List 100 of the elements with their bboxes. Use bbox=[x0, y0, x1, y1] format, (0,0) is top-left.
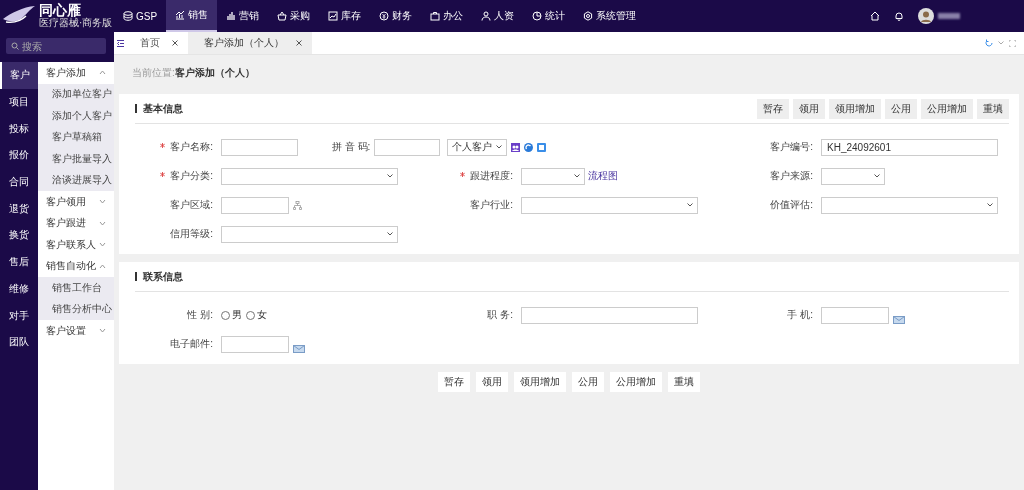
input-field[interactable] bbox=[821, 306, 889, 324]
menu-group[interactable]: 销售自动化 bbox=[38, 255, 114, 277]
briefcase-icon bbox=[430, 11, 441, 21]
field-label: 信用等级: bbox=[169, 227, 214, 241]
customer-type-dropdown[interactable]: 个人客户 bbox=[447, 138, 508, 156]
action-button[interactable]: 公用 bbox=[572, 372, 604, 392]
radio-label: 男 bbox=[232, 308, 242, 322]
select-field[interactable] bbox=[821, 167, 885, 185]
action-button[interactable]: 领用增加 bbox=[829, 98, 881, 119]
input-field[interactable] bbox=[521, 306, 698, 324]
rail-item[interactable]: 投标 bbox=[0, 115, 38, 143]
rail-item[interactable]: 团队 bbox=[0, 328, 38, 356]
avatar-icon[interactable] bbox=[918, 8, 934, 24]
select-field[interactable] bbox=[521, 196, 698, 214]
collapse-menu-icon[interactable] bbox=[117, 39, 124, 47]
nav-item[interactable]: GSP bbox=[114, 0, 167, 32]
close-icon[interactable] bbox=[296, 40, 302, 46]
required-asterisk-icon bbox=[160, 143, 166, 148]
select-field[interactable] bbox=[821, 196, 998, 214]
nav-item[interactable]: 人资 bbox=[472, 0, 524, 32]
rail-item[interactable]: 报价 bbox=[0, 142, 38, 169]
rail-item[interactable]: 退货 bbox=[0, 195, 38, 223]
nav-item[interactable]: 系统管理 bbox=[574, 0, 646, 32]
flowchart-link[interactable]: 流程图 bbox=[588, 169, 618, 183]
database-icon bbox=[123, 11, 133, 21]
rail-item[interactable]: 客户 bbox=[0, 62, 38, 89]
input-field[interactable] bbox=[221, 138, 298, 156]
field-label: 客户来源: bbox=[769, 169, 814, 183]
nav-item[interactable]: 库存 bbox=[319, 0, 371, 32]
nav-item[interactable]: 销售 bbox=[166, 0, 218, 32]
tab[interactable]: 客户添加（个人） bbox=[188, 32, 312, 54]
menu-item[interactable]: 客户批量导入 bbox=[38, 148, 114, 170]
input-field[interactable] bbox=[374, 138, 441, 156]
nav-item[interactable]: 财务 bbox=[370, 0, 422, 32]
growth-chart-icon bbox=[175, 10, 186, 20]
document-icon[interactable] bbox=[537, 142, 547, 152]
action-button[interactable]: 重填 bbox=[977, 98, 1009, 119]
field-label: 职 务: bbox=[486, 308, 514, 322]
menu-group[interactable]: 客户跟进 bbox=[38, 212, 114, 234]
input-field[interactable]: KH_24092601 bbox=[821, 138, 998, 156]
breadcrumb: 当前位置:客户添加（个人） bbox=[131, 66, 256, 80]
rail-item[interactable]: 对手 bbox=[0, 302, 38, 329]
menu-group[interactable]: 客户设置 bbox=[38, 320, 114, 342]
bell-icon[interactable] bbox=[894, 11, 904, 21]
radio-button[interactable] bbox=[246, 310, 255, 320]
action-button[interactable]: 领用 bbox=[793, 98, 825, 119]
action-button[interactable]: 重填 bbox=[668, 372, 700, 392]
circle-arrow-icon[interactable] bbox=[524, 142, 534, 152]
search-field[interactable]: 搜索 bbox=[6, 38, 106, 54]
input-field[interactable] bbox=[221, 335, 289, 353]
menu-item[interactable]: 客户草稿箱 bbox=[38, 126, 114, 148]
yen-coin-icon bbox=[379, 11, 390, 21]
rail-item[interactable]: 维修 bbox=[0, 275, 38, 303]
fullscreen-icon[interactable] bbox=[1009, 39, 1016, 47]
chevron-down-icon[interactable] bbox=[998, 41, 1004, 45]
basket-icon bbox=[277, 11, 288, 21]
rail-item[interactable]: 换货 bbox=[0, 222, 38, 249]
menu-item[interactable]: 洽谈进展导入 bbox=[38, 169, 114, 191]
chevron-down-icon bbox=[987, 203, 993, 207]
select-field[interactable] bbox=[521, 167, 585, 185]
card-icon[interactable] bbox=[893, 316, 905, 324]
action-button[interactable]: 公用 bbox=[885, 98, 917, 119]
menu-group[interactable]: 客户领用 bbox=[38, 191, 114, 213]
rail-item[interactable]: 合同 bbox=[0, 168, 38, 196]
home-icon[interactable] bbox=[870, 11, 880, 21]
field-label: 客户名称: bbox=[119, 140, 221, 154]
close-icon[interactable] bbox=[172, 40, 178, 46]
radio-label: 女 bbox=[257, 308, 267, 322]
rail-item[interactable]: 项目 bbox=[0, 88, 38, 116]
nav-item[interactable]: 办公 bbox=[421, 0, 473, 32]
action-button[interactable]: 公用增加 bbox=[610, 372, 662, 392]
person-icon bbox=[481, 11, 492, 21]
menu-item[interactable]: 销售工作台 bbox=[38, 277, 114, 299]
mail-icon[interactable] bbox=[293, 345, 305, 353]
field-label: 性 别: bbox=[186, 308, 214, 322]
action-button[interactable]: 公用增加 bbox=[921, 98, 973, 119]
field-label: 价值评估: bbox=[769, 198, 814, 212]
action-button[interactable]: 暂存 bbox=[757, 98, 789, 119]
nav-item[interactable]: 营销 bbox=[217, 0, 269, 32]
action-button[interactable]: 暂存 bbox=[438, 372, 470, 392]
field-label: 客户行业: bbox=[469, 198, 514, 212]
rail-item[interactable]: 售后 bbox=[0, 248, 38, 276]
input-field[interactable] bbox=[221, 196, 289, 214]
refresh-icon[interactable] bbox=[985, 39, 993, 47]
tree-icon[interactable] bbox=[293, 200, 302, 210]
chevron-down-icon bbox=[496, 145, 503, 149]
people-icon[interactable] bbox=[511, 142, 521, 152]
menu-item[interactable]: 销售分析中心 bbox=[38, 298, 114, 320]
action-button[interactable]: 领用增加 bbox=[514, 372, 566, 392]
menu-item[interactable]: 添加单位客户 bbox=[38, 83, 114, 105]
action-button[interactable]: 领用 bbox=[476, 372, 508, 392]
menu-item[interactable]: 添加个人客户 bbox=[38, 105, 114, 127]
select-field[interactable] bbox=[221, 167, 398, 185]
menu-group[interactable]: 客户联系人 bbox=[38, 234, 114, 256]
nav-item[interactable]: 统计 bbox=[523, 0, 575, 32]
nav-item[interactable]: 采购 bbox=[268, 0, 320, 32]
select-field[interactable] bbox=[221, 225, 398, 243]
tab[interactable]: 首页 bbox=[124, 32, 188, 54]
radio-button[interactable] bbox=[221, 310, 230, 320]
menu-group[interactable]: 客户添加 bbox=[38, 62, 114, 84]
